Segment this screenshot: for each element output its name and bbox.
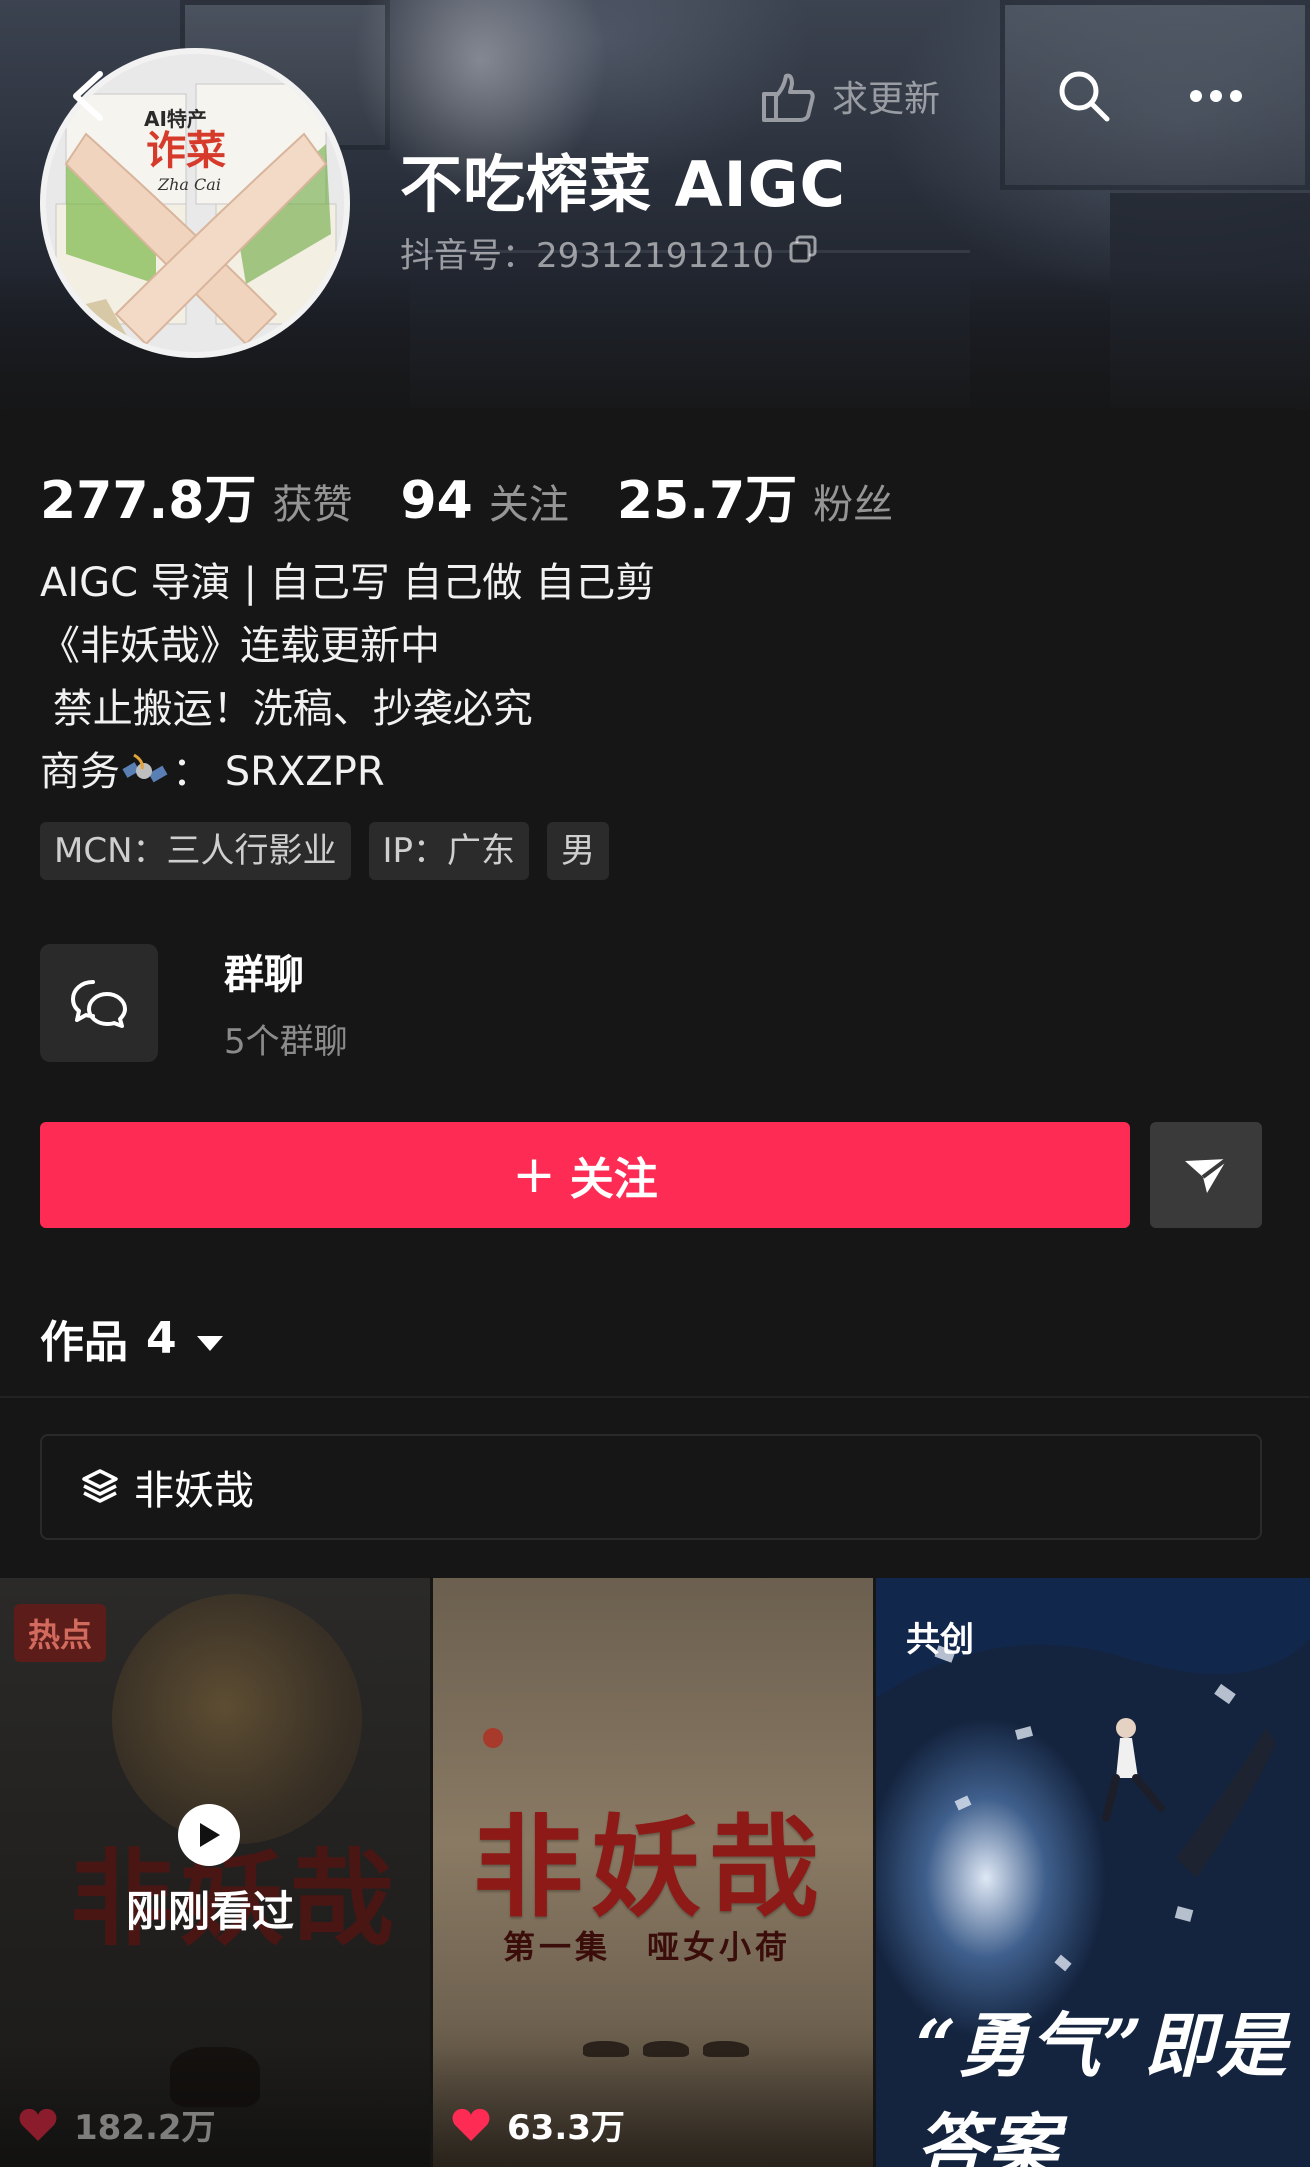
video-subtitle-art: 第一集 哑女小荷	[503, 1928, 792, 1966]
video-card[interactable]: 共创 “勇气”即是答案	[876, 1578, 1310, 2167]
stat-likes-value: 277.8万	[40, 471, 257, 531]
video-card[interactable]: 非妖哉 第一集 哑女小荷 63.3万	[433, 1578, 873, 2167]
group-chat-entry[interactable]: 群聊 5个群聊	[40, 942, 348, 1063]
profile-name: 不吃榨菜 AIGC	[400, 148, 847, 221]
video-likes-count: 63.3万	[507, 2108, 625, 2148]
group-chat-text: 群聊 5个群聊	[224, 942, 348, 1063]
hot-badge: 热点	[14, 1604, 107, 1662]
works-label: 作品	[40, 1317, 128, 1368]
bio-line-2: 《非妖哉》连载更新中	[40, 623, 440, 669]
video-grid: 非妖哉 热点 刚刚看过 182.2万 非妖哉 第一集 哑女小荷 63.3万 共创…	[0, 1578, 1310, 2167]
tags-row: MCN：三人行影业 IP：广东 男	[40, 822, 627, 880]
tag-gender: 男	[547, 822, 610, 880]
video-title-art: “勇气”即是答案	[916, 2004, 1289, 2167]
divider	[0, 1396, 1310, 1398]
layers-icon	[82, 1469, 118, 1503]
cocreate-badge: 共创	[906, 1620, 974, 1660]
avatar-text-2: 诈菜	[146, 127, 226, 174]
just-watched-label: 刚刚看过	[125, 1887, 294, 1936]
video-likes: 63.3万	[451, 2100, 625, 2149]
follow-button-label: 关注	[569, 1154, 658, 1205]
bio-line-4: 商务 ： SRXZPR	[40, 741, 655, 804]
more-dots-icon	[1190, 90, 1242, 102]
stat-followers-value: 25.7万	[616, 471, 798, 531]
bio-line-3: 禁止搬运！洗稿、抄袭必究	[40, 686, 533, 732]
stat-followers[interactable]: 25.7万 粉丝	[617, 458, 893, 533]
video-likes-count: 182.2万	[74, 2108, 216, 2148]
douyin-id: 抖音号：29312191210	[400, 228, 818, 277]
stat-followers-label: 粉丝	[813, 482, 894, 528]
stat-following[interactable]: 94 关注	[400, 471, 568, 531]
avatar-text-3: Zha Cai	[157, 175, 221, 194]
collection-label: 非妖哉	[134, 1468, 254, 1514]
search-button[interactable]	[1054, 66, 1114, 126]
collection-entry[interactable]: 非妖哉	[40, 1434, 1262, 1540]
caret-down-icon	[195, 1313, 225, 1364]
heart-icon	[19, 2108, 57, 2141]
group-chat-subtitle: 5个群聊	[224, 1022, 348, 1062]
stat-likes-label: 获赞	[272, 482, 353, 528]
group-chat-icon-box	[40, 943, 158, 1062]
search-icon	[1059, 71, 1110, 122]
bio-business-contact: ： SRXZPR	[172, 749, 385, 795]
satellite-icon	[120, 747, 172, 787]
chevron-left-icon	[73, 71, 103, 121]
banner-window	[1000, 0, 1310, 190]
share-button[interactable]	[1150, 1122, 1262, 1228]
copy-icon[interactable]	[788, 233, 818, 273]
send-icon	[1185, 1157, 1229, 1193]
video-card[interactable]: 非妖哉 热点 刚刚看过 182.2万	[0, 1578, 430, 2167]
request-update-button[interactable]: 求更新	[758, 66, 940, 126]
play-icon	[178, 1804, 240, 1866]
stat-likes[interactable]: 277.8万 获赞	[40, 458, 352, 533]
plus-icon: +	[512, 1145, 556, 1205]
follow-button[interactable]: + 关注	[40, 1122, 1130, 1228]
chat-bubbles-icon	[71, 979, 127, 1028]
moon-image	[112, 1594, 362, 1844]
tab-works[interactable]: 作品 4	[40, 1306, 225, 1370]
bio-line-1: AIGC 导演 | 自己写 自己做 自己剪	[40, 560, 656, 606]
stat-following-value: 94	[400, 471, 473, 531]
bio-business-label: 商务	[40, 749, 120, 795]
back-button[interactable]	[58, 66, 118, 126]
stat-following-label: 关注	[488, 482, 569, 528]
sun-dot	[483, 1728, 503, 1748]
video-likes: 182.2万	[18, 2100, 216, 2149]
request-update-label: 求更新	[832, 79, 941, 120]
works-count: 4	[146, 1312, 177, 1364]
tag-mcn[interactable]: MCN：三人行影业	[40, 822, 351, 880]
stats-row: 277.8万 获赞 94 关注 25.7万 粉丝	[40, 458, 941, 533]
douyin-id-text: 抖音号：29312191210	[400, 236, 774, 276]
hand-point-icon	[762, 73, 815, 122]
video-title-art: 非妖哉	[473, 1803, 827, 1932]
heart-icon	[452, 2108, 490, 2141]
bio: AIGC 导演 | 自己写 自己做 自己剪 《非妖哉》连载更新中 禁止搬运！洗稿…	[40, 552, 655, 804]
tag-ip: IP：广东	[368, 822, 530, 880]
group-chat-title: 群聊	[224, 952, 304, 998]
more-button[interactable]	[1186, 66, 1246, 126]
